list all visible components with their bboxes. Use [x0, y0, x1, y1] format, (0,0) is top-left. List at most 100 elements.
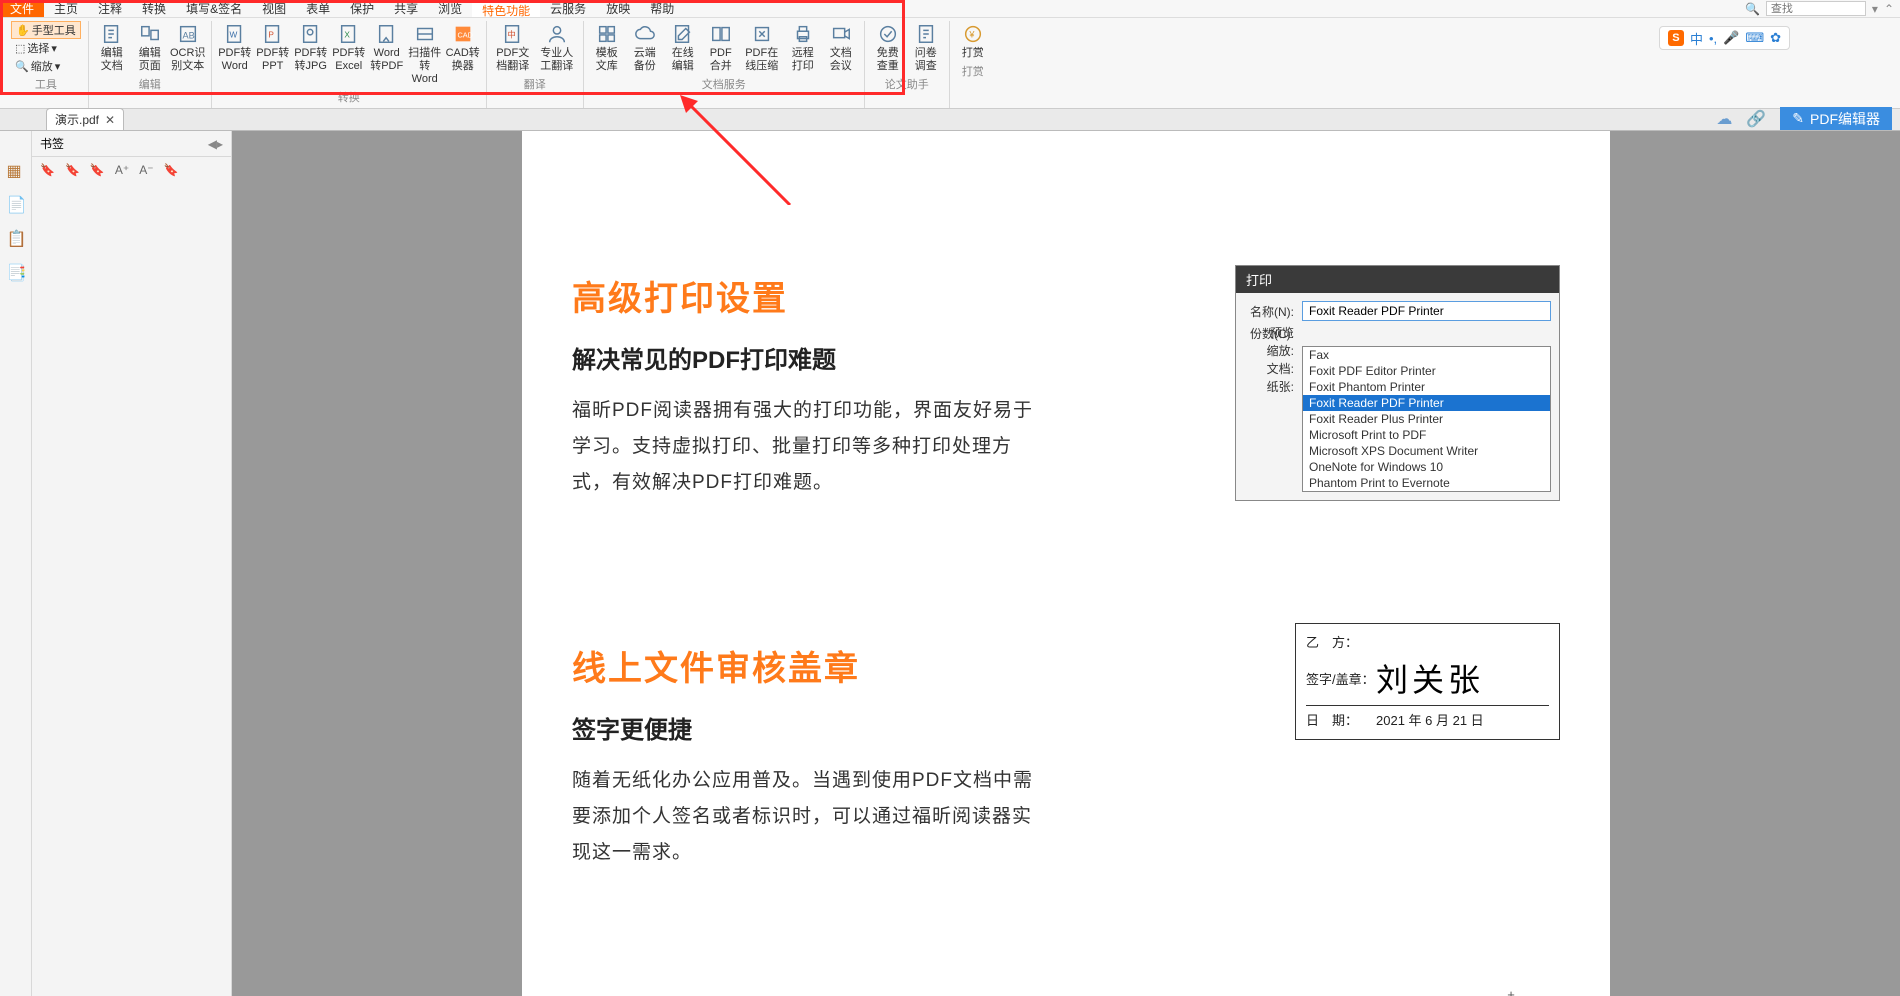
- clipboard-panel-icon[interactable]: 📋: [7, 229, 25, 247]
- menu-help[interactable]: 帮助: [640, 0, 684, 17]
- page-panel-icon[interactable]: 📄: [7, 195, 25, 213]
- printer-name-select: Foxit Reader PDF Printer: [1302, 301, 1551, 321]
- pdf-editor-button[interactable]: ✎ PDF编辑器: [1780, 107, 1892, 130]
- chevron-down-icon[interactable]: ▾: [1872, 2, 1878, 16]
- menu-cloud[interactable]: 云服务: [540, 0, 596, 17]
- word-to-pdf-button[interactable]: Word 转PDF: [368, 21, 406, 88]
- cloud-backup-button[interactable]: 云端 备份: [626, 21, 664, 75]
- group-label-tools: 工具: [35, 75, 57, 95]
- ime-toolbar[interactable]: S 中 •, 🎤 ⌨ ✿: [1659, 26, 1790, 50]
- menu-features[interactable]: 特色功能: [472, 0, 540, 17]
- svg-text:X: X: [344, 31, 350, 40]
- menu-browse[interactable]: 浏览: [428, 0, 472, 17]
- online-edit-button[interactable]: 在线 编辑: [664, 21, 702, 75]
- pdf-merge-button[interactable]: PDF 合并: [702, 21, 740, 75]
- zoom-tool-button[interactable]: 🔍 缩放 ▾: [11, 57, 81, 75]
- bookmark-refresh-icon[interactable]: 🔖: [164, 163, 179, 177]
- group-label-reward: 打赏: [962, 62, 984, 82]
- edit-doc-icon: [101, 23, 123, 45]
- ime-settings-icon[interactable]: ✿: [1770, 30, 1781, 46]
- free-check-button[interactable]: 免费 查重: [869, 21, 907, 75]
- font-increase-icon[interactable]: A⁺: [115, 163, 129, 177]
- menu-share[interactable]: 共享: [384, 0, 428, 17]
- bookmark-expand-icon[interactable]: 🔖: [65, 163, 80, 177]
- pdf-compress-button[interactable]: PDF在 线压缩: [740, 21, 784, 75]
- remote-print-button[interactable]: 远程 打印: [784, 21, 822, 75]
- thumbnail-panel-icon[interactable]: ▦: [7, 161, 25, 179]
- template-icon: [596, 23, 618, 45]
- cad-convert-button[interactable]: CADCAD转 换器: [444, 21, 482, 88]
- pdf-to-word-button[interactable]: WPDF转 Word: [216, 21, 254, 88]
- signature-name: 刘关张: [1376, 655, 1484, 701]
- bookmark-settings-icon[interactable]: 🔖: [90, 163, 105, 177]
- scan-to-word-button[interactable]: 扫描件 转Word: [406, 21, 444, 88]
- menu-protect[interactable]: 保护: [340, 0, 384, 17]
- printer-icon: [792, 23, 814, 45]
- svg-text:AB: AB: [182, 31, 194, 41]
- left-sidebar: ▦ 📄 📋 📑: [0, 131, 32, 996]
- merge-icon: [710, 23, 732, 45]
- pro-translate-button[interactable]: 专业人 工翻译: [535, 21, 579, 75]
- ocr-button[interactable]: ABOCR识 别文本: [169, 21, 207, 75]
- menu-view[interactable]: 视图: [252, 0, 296, 17]
- share-icon[interactable]: 🔗: [1746, 109, 1766, 129]
- zoom-control: ▦ − + 80% ⛶ ↔: [1334, 987, 1570, 996]
- pdf-ppt-icon: P: [262, 23, 284, 45]
- pdf-to-excel-button[interactable]: XPDF转 Excel: [330, 21, 368, 88]
- ime-logo-icon: S: [1668, 30, 1684, 46]
- pen-icon: ✎: [1792, 110, 1804, 127]
- menu-fill-sign[interactable]: 填写&签名: [176, 0, 252, 17]
- zoom-in-button[interactable]: + 80%: [1504, 987, 1518, 996]
- survey-button[interactable]: 问卷 调查: [907, 21, 945, 75]
- document-tab-bar: 演示.pdf ✕ ☁ 🔗 ✎ PDF编辑器: [0, 109, 1900, 131]
- comment-panel-icon[interactable]: 📑: [7, 263, 25, 281]
- cloud-sync-icon[interactable]: ☁: [1716, 109, 1732, 129]
- bookmark-pane: 书签 ◀▸ 🔖 🔖 🔖 A⁺ A⁻ 🔖: [32, 131, 232, 996]
- scan-icon: [414, 23, 436, 45]
- font-decrease-icon[interactable]: A⁻: [139, 163, 153, 177]
- bookmark-add-icon[interactable]: 🔖: [40, 163, 55, 177]
- reward-button[interactable]: ¥打赏: [954, 21, 992, 62]
- person-icon: [546, 23, 568, 45]
- menu-convert[interactable]: 转换: [132, 0, 176, 17]
- paragraph-sign: 随着无纸化办公应用普及。当遇到使用PDF文档中需要添加个人签名或者标识时，可以通…: [572, 763, 1042, 871]
- ime-lang[interactable]: 中: [1690, 29, 1703, 48]
- paragraph-print: 福昕PDF阅读器拥有强大的打印功能，界面友好易于学习。支持虚拟打印、批量打印等多…: [572, 393, 1042, 501]
- coin-icon: ¥: [962, 23, 984, 45]
- ime-punct-icon[interactable]: •,: [1709, 31, 1717, 46]
- ribbon-group-edit: 编辑 文档 编辑 页面 ABOCR识 别文本 编辑: [89, 21, 212, 108]
- collapse-ribbon-icon[interactable]: ⌃: [1884, 2, 1894, 16]
- svg-text:P: P: [268, 31, 274, 40]
- edit-doc-button[interactable]: 编辑 文档: [93, 21, 131, 75]
- pdf-translate-button[interactable]: 中PDF文 档翻译: [491, 21, 535, 75]
- hand-tool-button[interactable]: ✋ 手型工具: [11, 21, 81, 39]
- online-edit-icon: [672, 23, 694, 45]
- menu-home[interactable]: 主页: [44, 0, 88, 17]
- tab-label: 演示.pdf: [55, 111, 99, 128]
- ime-mic-icon[interactable]: 🎤: [1723, 30, 1739, 46]
- ribbon-group-convert: WPDF转 Word PPDF转 PPT PDF转 转JPG XPDF转 Exc…: [212, 21, 487, 108]
- group-label-docsvc: 文档服务: [702, 75, 746, 95]
- search-input[interactable]: [1766, 1, 1866, 16]
- document-tab[interactable]: 演示.pdf ✕: [46, 108, 124, 130]
- svg-text:CAD: CAD: [457, 31, 472, 40]
- menu-forms[interactable]: 表单: [296, 0, 340, 17]
- pdf-to-jpg-button[interactable]: PDF转 转JPG: [292, 21, 330, 88]
- ime-keyboard-icon[interactable]: ⌨: [1745, 30, 1764, 46]
- menu-file[interactable]: 文件: [0, 0, 44, 17]
- tab-close-icon[interactable]: ✕: [105, 113, 115, 127]
- ribbon-group-thesis: 免费 查重 问卷 调查 论文助手: [865, 21, 950, 108]
- nav-collapse-icon[interactable]: ◀▸: [208, 137, 223, 151]
- menu-annotate[interactable]: 注释: [88, 0, 132, 17]
- doc-meeting-button[interactable]: 文档 会议: [822, 21, 860, 75]
- document-viewport[interactable]: 高级打印设置 解决常见的PDF打印难题 福昕PDF阅读器拥有强大的打印功能，界面…: [232, 131, 1900, 996]
- pdf-to-ppt-button[interactable]: PPDF转 PPT: [254, 21, 292, 88]
- select-tool-button[interactable]: ⬚ 选择 ▾: [11, 39, 81, 57]
- group-label-thesis: 论文助手: [885, 75, 929, 95]
- group-label-edit: 编辑: [139, 75, 161, 95]
- edit-page-button[interactable]: 编辑 页面: [131, 21, 169, 75]
- menu-present[interactable]: 放映: [596, 0, 640, 17]
- nav-title: 书签: [40, 135, 64, 152]
- translate-icon: 中: [502, 23, 524, 45]
- template-lib-button[interactable]: 模板 文库: [588, 21, 626, 75]
